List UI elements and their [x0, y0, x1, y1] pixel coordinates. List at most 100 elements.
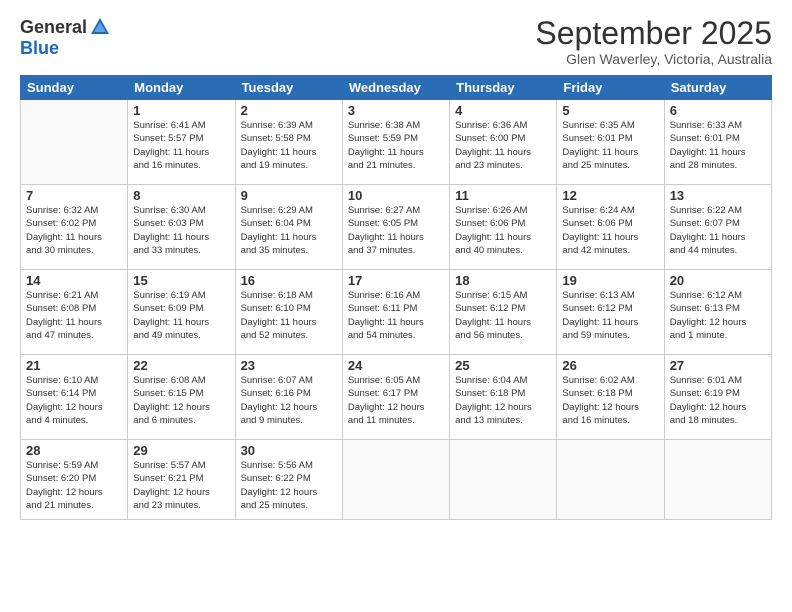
day-info: Sunrise: 6:36 AM Sunset: 6:00 PM Dayligh…: [455, 119, 551, 172]
calendar-cell: 28Sunrise: 5:59 AM Sunset: 6:20 PM Dayli…: [21, 440, 128, 520]
calendar-cell: 5Sunrise: 6:35 AM Sunset: 6:01 PM Daylig…: [557, 100, 664, 185]
calendar-cell: 25Sunrise: 6:04 AM Sunset: 6:18 PM Dayli…: [450, 355, 557, 440]
calendar-cell: 18Sunrise: 6:15 AM Sunset: 6:12 PM Dayli…: [450, 270, 557, 355]
calendar-cell: [664, 440, 771, 520]
day-number: 26: [562, 358, 658, 373]
day-number: 13: [670, 188, 766, 203]
day-info: Sunrise: 6:30 AM Sunset: 6:03 PM Dayligh…: [133, 204, 229, 257]
calendar-cell: 11Sunrise: 6:26 AM Sunset: 6:06 PM Dayli…: [450, 185, 557, 270]
calendar-cell: 23Sunrise: 6:07 AM Sunset: 6:16 PM Dayli…: [235, 355, 342, 440]
day-info: Sunrise: 6:02 AM Sunset: 6:18 PM Dayligh…: [562, 374, 658, 427]
page: General Blue September 2025 Glen Waverle…: [0, 0, 792, 612]
calendar-cell: 30Sunrise: 5:56 AM Sunset: 6:22 PM Dayli…: [235, 440, 342, 520]
calendar-cell: 10Sunrise: 6:27 AM Sunset: 6:05 PM Dayli…: [342, 185, 449, 270]
day-number: 6: [670, 103, 766, 118]
logo-general-text: General: [20, 17, 87, 38]
calendar-cell: 24Sunrise: 6:05 AM Sunset: 6:17 PM Dayli…: [342, 355, 449, 440]
day-info: Sunrise: 6:08 AM Sunset: 6:15 PM Dayligh…: [133, 374, 229, 427]
calendar-header-monday: Monday: [128, 76, 235, 100]
day-info: Sunrise: 6:22 AM Sunset: 6:07 PM Dayligh…: [670, 204, 766, 257]
week-row-4: 21Sunrise: 6:10 AM Sunset: 6:14 PM Dayli…: [21, 355, 772, 440]
calendar-header-sunday: Sunday: [21, 76, 128, 100]
day-info: Sunrise: 6:16 AM Sunset: 6:11 PM Dayligh…: [348, 289, 444, 342]
day-number: 19: [562, 273, 658, 288]
day-number: 15: [133, 273, 229, 288]
day-info: Sunrise: 6:19 AM Sunset: 6:09 PM Dayligh…: [133, 289, 229, 342]
calendar-header-thursday: Thursday: [450, 76, 557, 100]
day-number: 12: [562, 188, 658, 203]
day-number: 27: [670, 358, 766, 373]
day-number: 2: [241, 103, 337, 118]
calendar-cell: 27Sunrise: 6:01 AM Sunset: 6:19 PM Dayli…: [664, 355, 771, 440]
day-info: Sunrise: 6:26 AM Sunset: 6:06 PM Dayligh…: [455, 204, 551, 257]
day-info: Sunrise: 6:27 AM Sunset: 6:05 PM Dayligh…: [348, 204, 444, 257]
day-info: Sunrise: 6:15 AM Sunset: 6:12 PM Dayligh…: [455, 289, 551, 342]
day-number: 5: [562, 103, 658, 118]
day-info: Sunrise: 6:21 AM Sunset: 6:08 PM Dayligh…: [26, 289, 122, 342]
header: General Blue September 2025 Glen Waverle…: [20, 16, 772, 67]
logo-blue-text: Blue: [20, 38, 59, 59]
calendar-cell: 3Sunrise: 6:38 AM Sunset: 5:59 PM Daylig…: [342, 100, 449, 185]
day-number: 20: [670, 273, 766, 288]
day-number: 29: [133, 443, 229, 458]
day-info: Sunrise: 6:12 AM Sunset: 6:13 PM Dayligh…: [670, 289, 766, 342]
title-block: September 2025 Glen Waverley, Victoria, …: [535, 16, 772, 67]
calendar-cell: 22Sunrise: 6:08 AM Sunset: 6:15 PM Dayli…: [128, 355, 235, 440]
calendar-cell: 14Sunrise: 6:21 AM Sunset: 6:08 PM Dayli…: [21, 270, 128, 355]
day-info: Sunrise: 6:13 AM Sunset: 6:12 PM Dayligh…: [562, 289, 658, 342]
day-number: 8: [133, 188, 229, 203]
calendar-cell: 16Sunrise: 6:18 AM Sunset: 6:10 PM Dayli…: [235, 270, 342, 355]
day-info: Sunrise: 6:35 AM Sunset: 6:01 PM Dayligh…: [562, 119, 658, 172]
calendar-cell: 8Sunrise: 6:30 AM Sunset: 6:03 PM Daylig…: [128, 185, 235, 270]
day-number: 28: [26, 443, 122, 458]
calendar-cell: 20Sunrise: 6:12 AM Sunset: 6:13 PM Dayli…: [664, 270, 771, 355]
day-info: Sunrise: 6:07 AM Sunset: 6:16 PM Dayligh…: [241, 374, 337, 427]
calendar-cell: [557, 440, 664, 520]
calendar-header-friday: Friday: [557, 76, 664, 100]
day-number: 7: [26, 188, 122, 203]
day-number: 9: [241, 188, 337, 203]
day-info: Sunrise: 6:01 AM Sunset: 6:19 PM Dayligh…: [670, 374, 766, 427]
day-number: 23: [241, 358, 337, 373]
day-number: 17: [348, 273, 444, 288]
calendar-cell: 9Sunrise: 6:29 AM Sunset: 6:04 PM Daylig…: [235, 185, 342, 270]
calendar-cell: 29Sunrise: 5:57 AM Sunset: 6:21 PM Dayli…: [128, 440, 235, 520]
day-number: 25: [455, 358, 551, 373]
calendar-header-saturday: Saturday: [664, 76, 771, 100]
week-row-1: 1Sunrise: 6:41 AM Sunset: 5:57 PM Daylig…: [21, 100, 772, 185]
calendar-cell: 12Sunrise: 6:24 AM Sunset: 6:06 PM Dayli…: [557, 185, 664, 270]
calendar-cell: 21Sunrise: 6:10 AM Sunset: 6:14 PM Dayli…: [21, 355, 128, 440]
day-info: Sunrise: 6:33 AM Sunset: 6:01 PM Dayligh…: [670, 119, 766, 172]
calendar-cell: 1Sunrise: 6:41 AM Sunset: 5:57 PM Daylig…: [128, 100, 235, 185]
day-number: 14: [26, 273, 122, 288]
calendar-cell: 13Sunrise: 6:22 AM Sunset: 6:07 PM Dayli…: [664, 185, 771, 270]
week-row-5: 28Sunrise: 5:59 AM Sunset: 6:20 PM Dayli…: [21, 440, 772, 520]
calendar-header-row: SundayMondayTuesdayWednesdayThursdayFrid…: [21, 76, 772, 100]
day-info: Sunrise: 6:18 AM Sunset: 6:10 PM Dayligh…: [241, 289, 337, 342]
logo: General Blue: [20, 16, 111, 59]
logo-icon: [89, 16, 111, 38]
day-number: 30: [241, 443, 337, 458]
calendar-cell: 17Sunrise: 6:16 AM Sunset: 6:11 PM Dayli…: [342, 270, 449, 355]
day-number: 1: [133, 103, 229, 118]
calendar-cell: 2Sunrise: 6:39 AM Sunset: 5:58 PM Daylig…: [235, 100, 342, 185]
calendar-cell: 4Sunrise: 6:36 AM Sunset: 6:00 PM Daylig…: [450, 100, 557, 185]
day-info: Sunrise: 6:32 AM Sunset: 6:02 PM Dayligh…: [26, 204, 122, 257]
calendar-header-wednesday: Wednesday: [342, 76, 449, 100]
day-info: Sunrise: 5:56 AM Sunset: 6:22 PM Dayligh…: [241, 459, 337, 512]
day-number: 11: [455, 188, 551, 203]
calendar-cell: 15Sunrise: 6:19 AM Sunset: 6:09 PM Dayli…: [128, 270, 235, 355]
calendar-cell: [342, 440, 449, 520]
day-number: 21: [26, 358, 122, 373]
day-number: 10: [348, 188, 444, 203]
day-info: Sunrise: 6:29 AM Sunset: 6:04 PM Dayligh…: [241, 204, 337, 257]
day-number: 16: [241, 273, 337, 288]
day-number: 18: [455, 273, 551, 288]
calendar-cell: [21, 100, 128, 185]
day-info: Sunrise: 6:38 AM Sunset: 5:59 PM Dayligh…: [348, 119, 444, 172]
day-number: 4: [455, 103, 551, 118]
day-info: Sunrise: 6:24 AM Sunset: 6:06 PM Dayligh…: [562, 204, 658, 257]
day-number: 22: [133, 358, 229, 373]
week-row-2: 7Sunrise: 6:32 AM Sunset: 6:02 PM Daylig…: [21, 185, 772, 270]
day-number: 3: [348, 103, 444, 118]
